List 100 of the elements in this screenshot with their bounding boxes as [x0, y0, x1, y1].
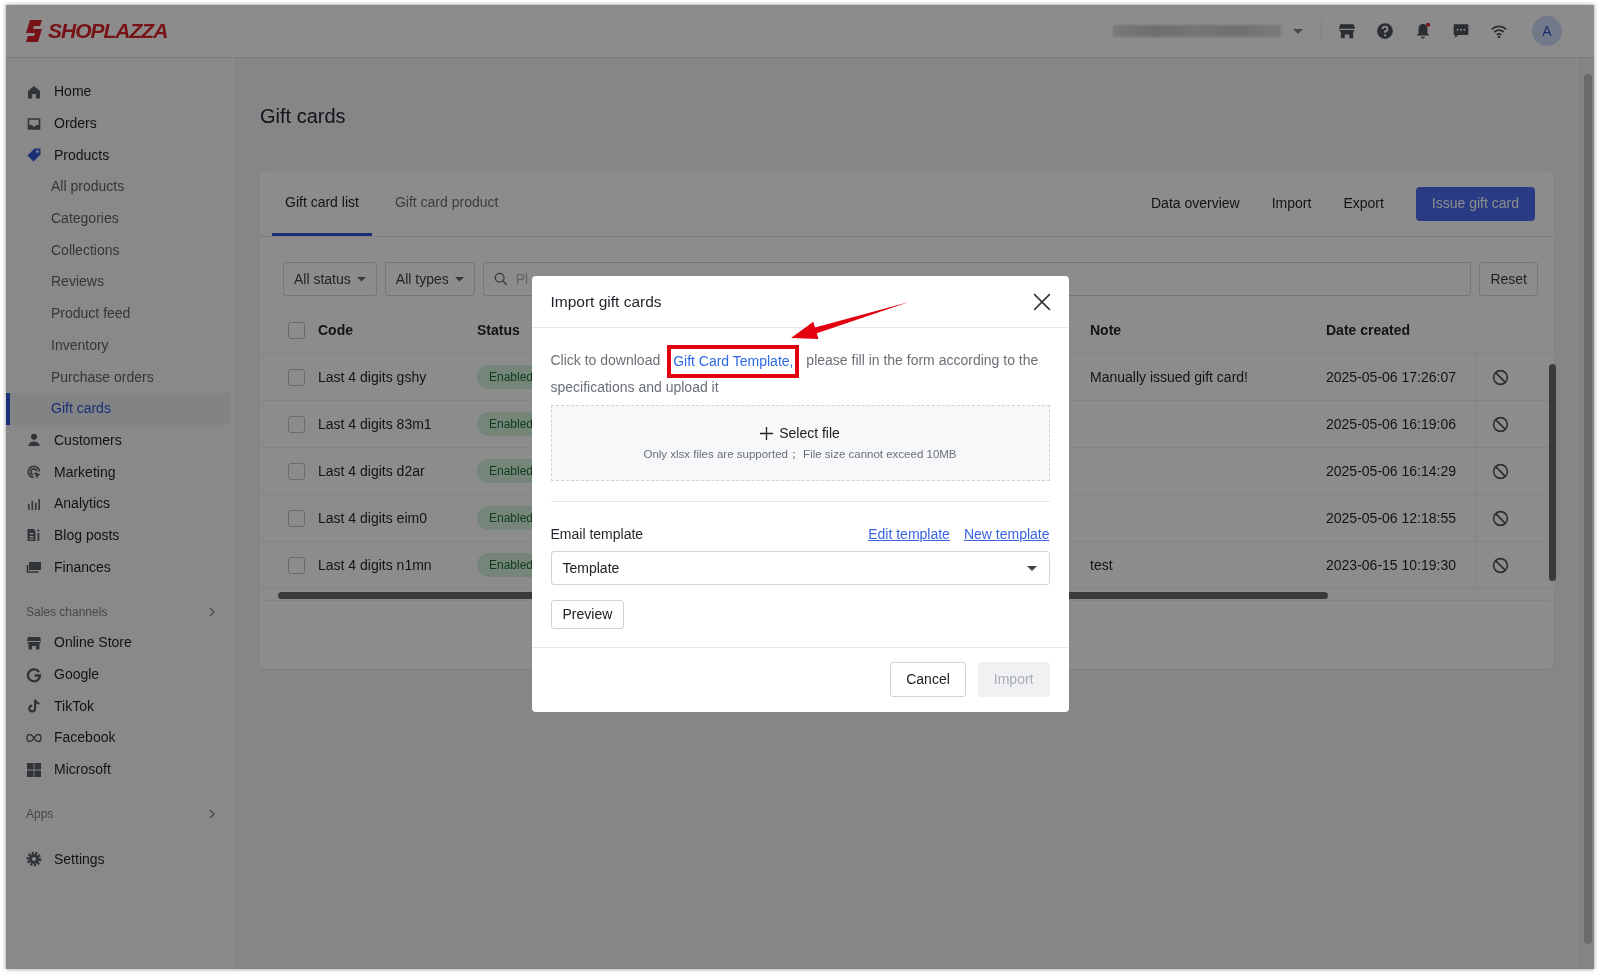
dialog-title: Import gift cards	[550, 291, 662, 312]
select-file-button[interactable]: Select file	[760, 422, 840, 444]
action-button[interactable]: Data overview	[1135, 193, 1256, 214]
caret-down-icon	[1026, 565, 1037, 571]
table-cell-text: 2025-05-06 17:26:07	[1326, 367, 1457, 387]
field-label: Email template	[550, 525, 645, 544]
action-button[interactable]: Export	[1327, 193, 1400, 214]
checkbox[interactable]	[288, 509, 305, 527]
table-cell-text: 2025-05-06 12:18:55	[1326, 508, 1457, 528]
sidebar-item[interactable]: All products	[6, 171, 230, 203]
sidebar-item[interactable]: Gift cards	[6, 392, 230, 425]
disable-icon[interactable]	[1492, 415, 1509, 433]
section-title: Sales channels	[26, 604, 108, 621]
sidebar-item[interactable]: Inventory	[6, 329, 230, 362]
caret-down-icon	[356, 276, 366, 282]
checkbox[interactable]	[288, 321, 305, 339]
close-button[interactable]	[1032, 292, 1051, 311]
sidebar-item[interactable]: Collections	[6, 234, 230, 267]
table-cell-text: 2025-05-06 16:19:06	[1326, 414, 1457, 434]
reset-button[interactable]: Reset	[1479, 262, 1538, 296]
sidebar-item[interactable]: Facebook	[6, 722, 230, 754]
sidebar-item[interactable]: Analytics	[6, 487, 230, 520]
sidebar-item[interactable]: Orders	[6, 107, 230, 140]
sidebar-item[interactable]: Settings	[6, 843, 230, 876]
sidebar-item[interactable]: Finances	[6, 551, 230, 583]
sidebar-item[interactable]: Microsoft	[6, 753, 230, 786]
section-header[interactable]: Apps	[6, 799, 236, 830]
column-header: Note	[1090, 320, 1123, 340]
caret-down-icon	[454, 276, 464, 282]
chevron-right-icon	[209, 809, 216, 820]
windows-icon	[26, 761, 42, 778]
plus-icon	[760, 426, 774, 440]
tray-icon	[26, 115, 42, 132]
table-cell-text: Last 4 digits 83m1	[318, 414, 433, 434]
sidebar-item[interactable]: Reviews	[6, 266, 230, 298]
chat-icon[interactable]	[1452, 22, 1470, 40]
table-cell-text: Last 4 digits n1mn	[318, 555, 433, 575]
disable-icon[interactable]	[1492, 556, 1509, 574]
cash-icon	[26, 559, 42, 576]
cursor-target-icon	[26, 464, 42, 481]
music-note-icon	[26, 698, 42, 715]
settings-icon	[26, 851, 42, 868]
g-logo-icon	[26, 666, 42, 683]
caret-down-icon[interactable]	[1293, 28, 1303, 34]
table-cell-text: Last 4 digits gshy	[318, 367, 428, 387]
sidebar-item[interactable]: Purchase orders	[6, 361, 230, 393]
column-header: Code	[318, 320, 354, 340]
upload-area[interactable]: Select file Only xlsx files are supported； File size cannot exceed 10MB	[550, 405, 1050, 481]
disable-icon[interactable]	[1492, 368, 1509, 386]
table-cell-text: Last 4 digits d2ar	[318, 461, 426, 481]
instruction-text: Click to download Gift Card Template, please fill in the form according to the specifications and upload it	[550, 345, 1050, 397]
table-cell-text: test	[1090, 555, 1114, 575]
disable-icon[interactable]	[1492, 509, 1509, 527]
document-icon	[26, 527, 42, 544]
sidebar-item[interactable]: Google	[6, 658, 230, 691]
tab[interactable]: Gift card product	[381, 171, 512, 236]
sidebar-item[interactable]: Home	[6, 76, 230, 108]
filter-dropdown[interactable]: All status	[283, 262, 377, 296]
sidebar-item[interactable]: Blog posts	[6, 519, 230, 552]
sidebar-item[interactable]: Categories	[6, 202, 230, 235]
store-icon[interactable]	[1338, 22, 1356, 40]
sidebar-item[interactable]: Online Store	[6, 627, 230, 659]
chevron-right-icon	[209, 607, 216, 617]
avatar[interactable]: A	[1532, 16, 1562, 46]
upload-hint: Only xlsx files are supported； File size cannot exceed 10MB	[643, 446, 957, 462]
table-cell-text: 2023-06-15 10:19:30	[1326, 555, 1457, 575]
disable-icon[interactable]	[1492, 462, 1509, 480]
section-title: Apps	[26, 806, 54, 824]
template-select[interactable]: Template	[550, 551, 1050, 585]
column-header: Status	[477, 320, 521, 340]
template-link[interactable]: New template	[963, 524, 1050, 545]
search-icon	[493, 272, 508, 286]
checkbox[interactable]	[288, 556, 305, 574]
page-title: Gift cards	[260, 104, 347, 129]
action-button[interactable]: Import	[1255, 193, 1328, 214]
home-icon	[26, 83, 42, 100]
checkbox[interactable]	[288, 368, 305, 386]
template-link[interactable]: Gift Card Template,	[673, 353, 794, 369]
tab[interactable]: Gift card list	[272, 171, 372, 236]
section-header[interactable]: Sales channels	[6, 597, 236, 627]
bell-icon[interactable]	[1414, 22, 1432, 40]
sidebar-item[interactable]: TikTok	[6, 690, 230, 723]
table-cell-text: 2025-05-06 16:14:29	[1326, 461, 1457, 481]
sidebar-item[interactable]: Product feed	[6, 297, 230, 330]
table-cell-text: Manually issued gift card!	[1090, 367, 1249, 387]
template-link[interactable]: Edit template	[868, 524, 950, 545]
checkbox[interactable]	[288, 415, 305, 433]
dialog-button[interactable]: Cancel	[890, 662, 966, 697]
preview-button[interactable]: Preview	[550, 600, 625, 629]
column-header: Date created	[1326, 320, 1412, 340]
person-icon	[26, 432, 42, 449]
issue-gift-card-button[interactable]: Issue gift card	[1415, 186, 1535, 221]
sidebar-item[interactable]: Products	[6, 139, 230, 172]
sidebar-item[interactable]: Marketing	[6, 456, 230, 488]
logo-icon	[24, 19, 44, 43]
table-cell-text: Last 4 digits eim0	[318, 508, 428, 528]
checkbox[interactable]	[288, 462, 305, 480]
logo-text: SHOPLAZZA	[48, 18, 168, 45]
help-icon[interactable]	[1376, 22, 1394, 40]
filter-dropdown[interactable]: All types	[384, 262, 475, 296]
